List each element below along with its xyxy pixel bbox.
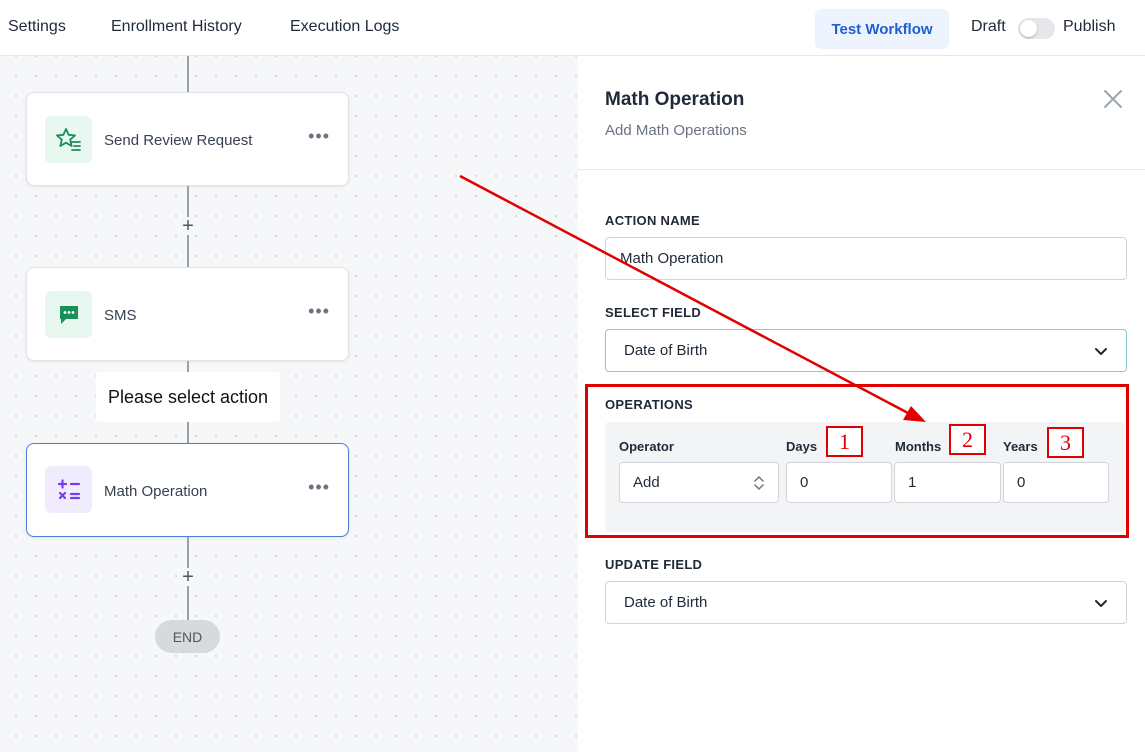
draft-label: Draft	[971, 18, 1006, 35]
select-field-dropdown[interactable]: Date of Birth	[605, 329, 1127, 372]
node-send-review-request[interactable]: Send Review Request •••	[26, 92, 349, 186]
top-bar: Settings Enrollment History Execution Lo…	[0, 0, 1145, 56]
connector-line	[187, 56, 189, 92]
publish-toggle[interactable]	[1018, 18, 1055, 39]
node-label: Send Review Request	[104, 132, 253, 149]
add-step-icon[interactable]: +	[179, 567, 197, 587]
select-field-value: Date of Birth	[624, 342, 708, 359]
tab-execution-logs[interactable]: Execution Logs	[290, 18, 399, 36]
node-label: SMS	[104, 307, 137, 324]
chevron-down-icon	[1095, 348, 1107, 355]
annotation-number-2: 2	[949, 424, 986, 455]
node-label: Math Operation	[104, 483, 208, 500]
panel-title: Math Operation	[605, 89, 745, 110]
annotation-number-1: 1	[826, 426, 863, 457]
update-field-dropdown[interactable]: Date of Birth	[605, 581, 1127, 624]
add-step-icon[interactable]: +	[179, 216, 197, 236]
test-workflow-button[interactable]: Test Workflow	[815, 9, 949, 49]
publish-label: Publish	[1063, 18, 1116, 35]
update-field-value: Date of Birth	[624, 594, 708, 611]
node-menu-icon[interactable]: •••	[308, 301, 330, 322]
panel-header: Math Operation Add Math Operations	[578, 56, 1145, 170]
select-field-label: SELECT FIELD	[605, 305, 702, 320]
node-menu-icon[interactable]: •••	[308, 477, 330, 498]
node-sms[interactable]: SMS •••	[26, 267, 349, 361]
star-list-icon	[45, 116, 92, 163]
chat-bubble-icon	[45, 291, 92, 338]
action-name-label: ACTION NAME	[605, 213, 701, 228]
math-operators-icon	[45, 466, 92, 513]
action-name-input[interactable]: Math Operation	[605, 237, 1127, 280]
close-icon[interactable]	[1102, 88, 1124, 110]
tab-settings[interactable]: Settings	[8, 18, 66, 36]
annotation-highlight-box	[585, 384, 1129, 538]
node-math-operation[interactable]: Math Operation •••	[26, 443, 349, 537]
end-node: END	[155, 620, 220, 653]
update-field-label: UPDATE FIELD	[605, 557, 703, 572]
chevron-down-icon	[1095, 600, 1107, 607]
node-menu-icon[interactable]: •••	[308, 126, 330, 147]
panel-subtitle: Add Math Operations	[605, 122, 747, 139]
tab-enrollment-history[interactable]: Enrollment History	[111, 18, 242, 36]
toggle-knob	[1020, 20, 1037, 37]
workflow-editor: Settings Enrollment History Execution Lo…	[0, 0, 1145, 752]
annotation-number-3: 3	[1047, 427, 1084, 458]
action-tooltip: Please select action	[96, 372, 280, 422]
workflow-canvas[interactable]: Send Review Request ••• + SMS ••• Math O…	[0, 56, 578, 752]
